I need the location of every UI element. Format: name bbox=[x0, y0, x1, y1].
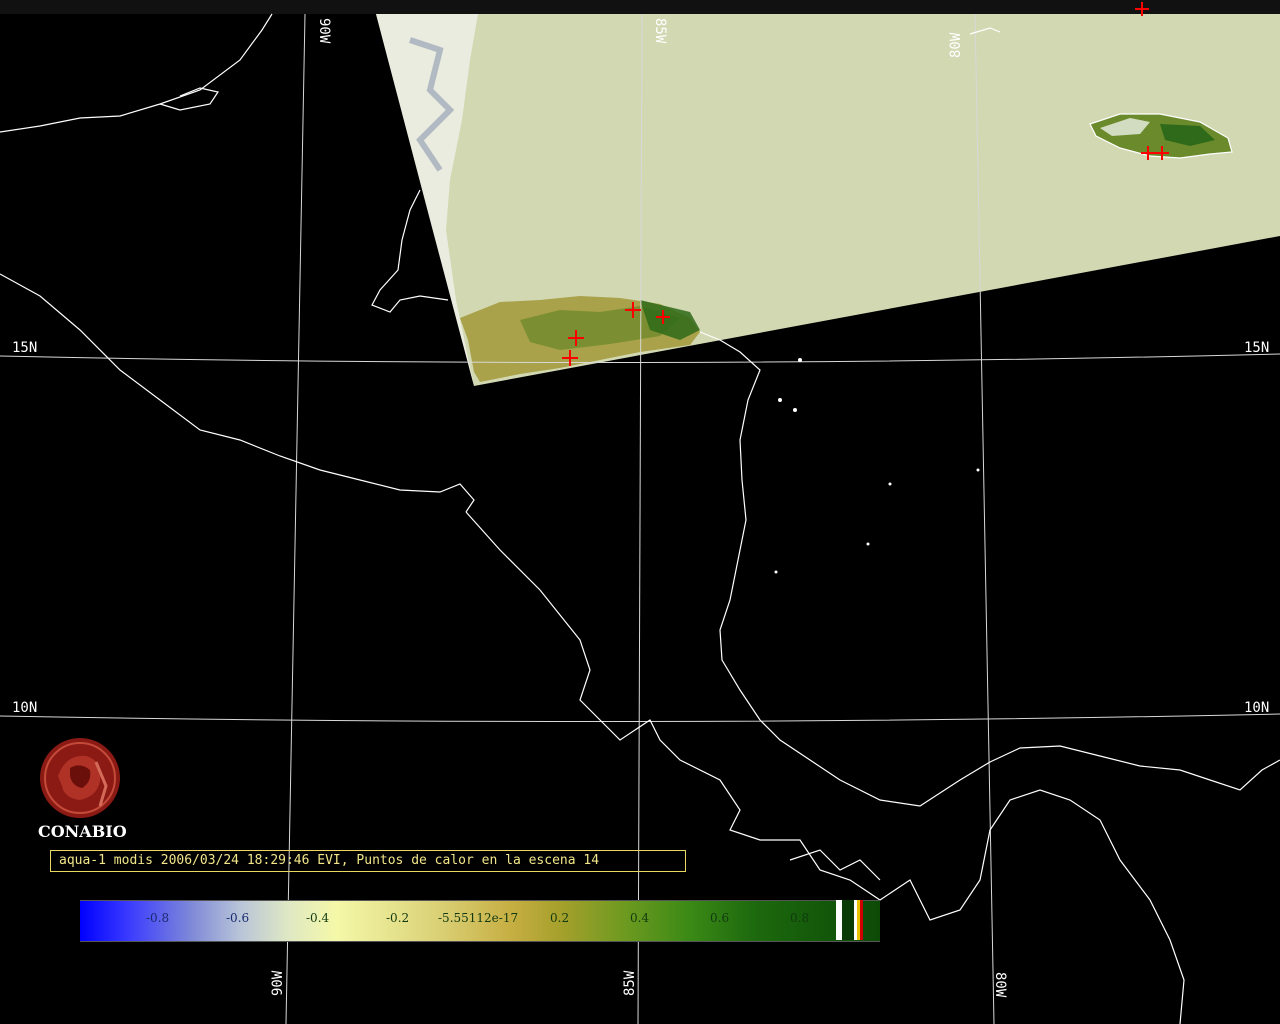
colorbar-label: 0.6 bbox=[710, 911, 730, 925]
lon-label-bottom-80w: 80W bbox=[992, 972, 1008, 998]
lat-label-right-15n: 15N bbox=[1244, 340, 1269, 356]
colorbar-label: -5.55112e-17 bbox=[438, 911, 519, 925]
colorbar-red-bin bbox=[860, 900, 863, 940]
small-islands bbox=[774, 358, 980, 574]
top-strip bbox=[0, 0, 1280, 14]
lon-label-top-85w: 85W bbox=[652, 18, 668, 44]
lat-label-left-15n: 15N bbox=[12, 340, 37, 356]
mosquito-coast bbox=[699, 331, 1280, 807]
nicaragua-pacific-coast bbox=[465, 511, 1185, 1024]
lon-label-top-90w: 90W bbox=[316, 18, 332, 44]
conabio-logo-text: CONABIO bbox=[38, 822, 127, 841]
yucatan-inlet bbox=[159, 87, 219, 111]
colorbar-label: -0.2 bbox=[386, 911, 410, 925]
colorbar-label: -0.6 bbox=[226, 911, 250, 925]
conabio-seal-icon bbox=[40, 738, 120, 818]
colorbar-dark-bin bbox=[842, 900, 854, 940]
meridian-90w bbox=[285, 13, 306, 1024]
scene-caption: aqua-1 modis 2006/03/24 18:29:46 EVI, Pu… bbox=[50, 850, 686, 872]
colorbar-label: 0.4 bbox=[630, 911, 650, 925]
lon-label-bottom-85w: 85W bbox=[622, 970, 638, 996]
lat-label-left-10n: 10N bbox=[12, 700, 37, 716]
parallel-10n bbox=[0, 713, 1280, 723]
lon-label-bottom-90w: 90W bbox=[270, 970, 286, 996]
parallel-15n bbox=[0, 353, 1280, 364]
colorbar-label: 0.8 bbox=[790, 911, 810, 925]
guatemala-pacific-coast bbox=[0, 273, 475, 513]
yucatan-coast bbox=[0, 13, 273, 133]
lat-label-right-10n: 10N bbox=[1244, 700, 1269, 716]
lon-label-top-80w: 80W bbox=[948, 32, 964, 58]
colorbar-label: -0.4 bbox=[306, 911, 330, 925]
colorbar-label: 0.2 bbox=[550, 911, 570, 925]
colorbar-label: -0.8 bbox=[146, 911, 170, 925]
